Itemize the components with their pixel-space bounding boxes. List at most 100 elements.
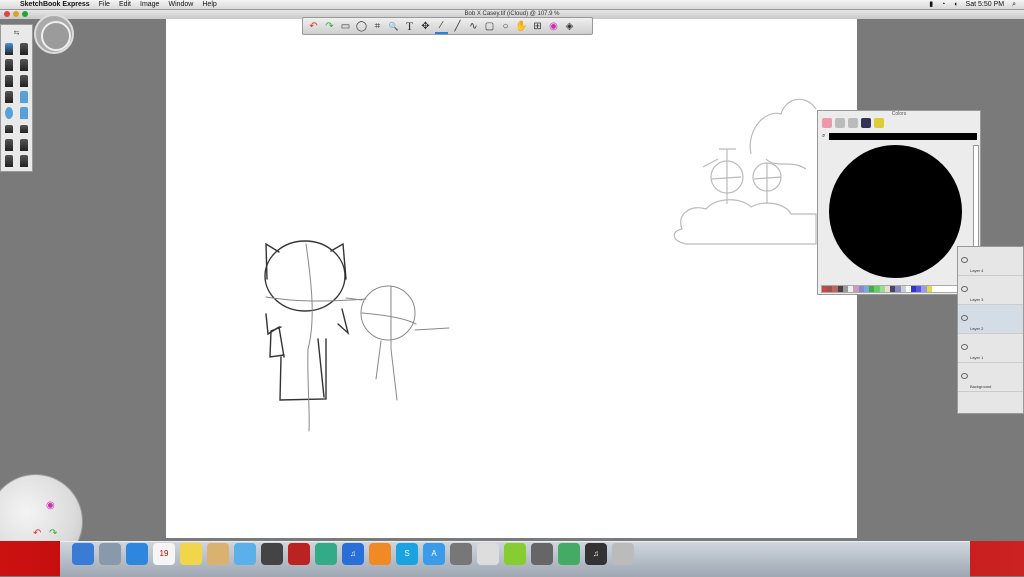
crayons-tab-icon[interactable]	[874, 118, 884, 128]
dock-icons: 19 ♫ S A ♫	[72, 543, 634, 565]
color-wheel[interactable]	[829, 145, 962, 278]
ink-brush-icon[interactable]	[20, 59, 29, 71]
menu-edit[interactable]: Edit	[119, 0, 131, 9]
lasso-icon[interactable]: ◯	[355, 20, 368, 33]
search-icon: ⌕	[822, 133, 826, 139]
calculator-icon[interactable]	[531, 543, 553, 565]
eye-icon[interactable]	[961, 315, 968, 321]
wifi-icon[interactable]: ◔	[941, 0, 945, 9]
eye-icon[interactable]	[961, 257, 968, 263]
launchpad-icon[interactable]	[99, 543, 121, 565]
spray-brush-icon[interactable]	[20, 155, 29, 167]
volume-icon[interactable]: ◖	[953, 0, 957, 9]
trash-icon[interactable]	[612, 543, 634, 565]
music-icon[interactable]: ♫	[585, 543, 607, 565]
chisel-brush-icon[interactable]	[4, 91, 13, 103]
color-palettes-tab-icon[interactable]	[848, 118, 858, 128]
ellipse-icon[interactable]: ○	[499, 20, 512, 33]
preview-doc-icon[interactable]	[558, 543, 580, 565]
stickies-icon[interactable]	[180, 543, 202, 565]
skype-icon[interactable]: S	[396, 543, 418, 565]
battery-icon[interactable]: ▮	[929, 0, 933, 9]
layer-row[interactable]: Layer 3	[958, 276, 1023, 305]
blur-brush-icon[interactable]	[20, 139, 29, 151]
preview-icon[interactable]	[450, 543, 472, 565]
safari-icon[interactable]	[126, 543, 148, 565]
color-wheel-icon[interactable]: ◉	[547, 20, 560, 33]
finder-icon[interactable]	[72, 543, 94, 565]
pencil-icon[interactable]: ∕	[435, 19, 448, 34]
eye-icon[interactable]	[961, 286, 968, 292]
cone-brush-icon[interactable]	[20, 107, 29, 119]
floating-toolbar: ↶ ↷ ▭ ◯ ⌗ 🔍 T ✥ ∕ ╱ ∿ ▢ ○ ✋ ⊞ ◉ ◈	[302, 17, 593, 35]
polyline-icon[interactable]: ∿	[467, 20, 480, 33]
menu-app-name[interactable]: SketchBook Express	[20, 0, 90, 9]
eraser-brush-icon[interactable]	[4, 125, 13, 133]
brush-palette: ⇆	[0, 24, 33, 172]
current-color-well[interactable]	[829, 133, 978, 140]
marker-brush-icon[interactable]	[20, 43, 29, 55]
iphoto-icon[interactable]	[315, 543, 337, 565]
layer-row-selected[interactable]: Layer 2	[958, 305, 1023, 334]
colors-window-title: Colors	[891, 111, 907, 117]
app-store-icon[interactable]: A	[423, 543, 445, 565]
crop-icon[interactable]: ⌗	[371, 20, 384, 33]
swap-arrows-icon[interactable]: ⇆	[14, 29, 20, 37]
color-wheel-icon[interactable]: ◉	[46, 500, 55, 511]
itunes-icon[interactable]: ♫	[342, 543, 364, 565]
zoom-icon[interactable]: 🔍	[387, 20, 400, 33]
sketchbook-icon[interactable]	[477, 543, 499, 565]
minimize-window-button[interactable]	[13, 11, 19, 17]
color-sliders-tab-icon[interactable]	[835, 118, 845, 128]
rect-select-icon[interactable]: ▭	[339, 20, 352, 33]
photo-booth-icon[interactable]	[288, 543, 310, 565]
undo-icon[interactable]: ↶	[33, 528, 41, 539]
eye-icon[interactable]	[961, 344, 968, 350]
triangle-brush-icon[interactable]	[20, 91, 29, 103]
fine-pen-brush-icon[interactable]	[4, 75, 13, 87]
hand-icon[interactable]: ✋	[515, 20, 528, 33]
menu-bar: SketchBook Express File Edit Image Windo…	[0, 0, 1024, 10]
calendar-icon[interactable]: 19	[153, 543, 175, 565]
smudge-brush-icon[interactable]	[4, 139, 13, 151]
airbrush-icon[interactable]	[4, 155, 13, 167]
facetime-icon[interactable]	[261, 543, 283, 565]
move-icon[interactable]: ✥	[419, 20, 432, 33]
text-icon[interactable]: T	[403, 19, 416, 33]
ibooks-icon[interactable]	[369, 543, 391, 565]
block-eraser-icon[interactable]	[20, 125, 29, 133]
messages-icon[interactable]	[234, 543, 256, 565]
brush-palette-icon[interactable]: ⊞	[531, 20, 544, 33]
line-icon[interactable]: ╱	[451, 20, 464, 33]
layer-editor: Layer 4 Layer 3 Layer 2 Layer 1 Backgrou…	[957, 246, 1024, 414]
eye-icon[interactable]	[961, 373, 968, 379]
menubar-clock[interactable]: Sat 5:50 PM	[966, 0, 1005, 9]
close-window-button[interactable]	[4, 11, 10, 17]
image-palettes-tab-icon[interactable]	[861, 118, 871, 128]
spotlight-icon[interactable]: ⌕	[1012, 0, 1016, 9]
menu-help[interactable]: Help	[202, 0, 216, 9]
menu-window[interactable]: Window	[168, 0, 193, 9]
pencil-brush-icon[interactable]	[4, 43, 13, 55]
pen-brush-icon[interactable]	[4, 59, 13, 71]
drawing-canvas[interactable]	[166, 19, 857, 538]
layer-row[interactable]: Background	[958, 363, 1023, 392]
color-wheel-tab-icon[interactable]	[822, 118, 832, 128]
layers-icon[interactable]: ◈	[563, 20, 576, 33]
redo-icon[interactable]: ↷	[49, 528, 57, 539]
note-app-icon[interactable]	[504, 543, 526, 565]
zoom-window-button[interactable]	[22, 11, 28, 17]
menu-image[interactable]: Image	[140, 0, 159, 9]
brush-palette-header: ⇆	[1, 25, 32, 41]
menu-file[interactable]: File	[99, 0, 110, 9]
felt-brush-icon[interactable]	[20, 75, 29, 87]
drop-brush-icon[interactable]	[4, 107, 13, 119]
brush-size-indicator	[41, 21, 71, 51]
rectangle-icon[interactable]: ▢	[483, 20, 496, 33]
redo-icon[interactable]: ↷	[323, 20, 336, 33]
layer-row[interactable]: Layer 4	[958, 247, 1023, 276]
undo-icon[interactable]: ↶	[307, 20, 320, 33]
brush-puck[interactable]	[34, 14, 74, 54]
layer-row[interactable]: Layer 1	[958, 334, 1023, 363]
contacts-icon[interactable]	[207, 543, 229, 565]
